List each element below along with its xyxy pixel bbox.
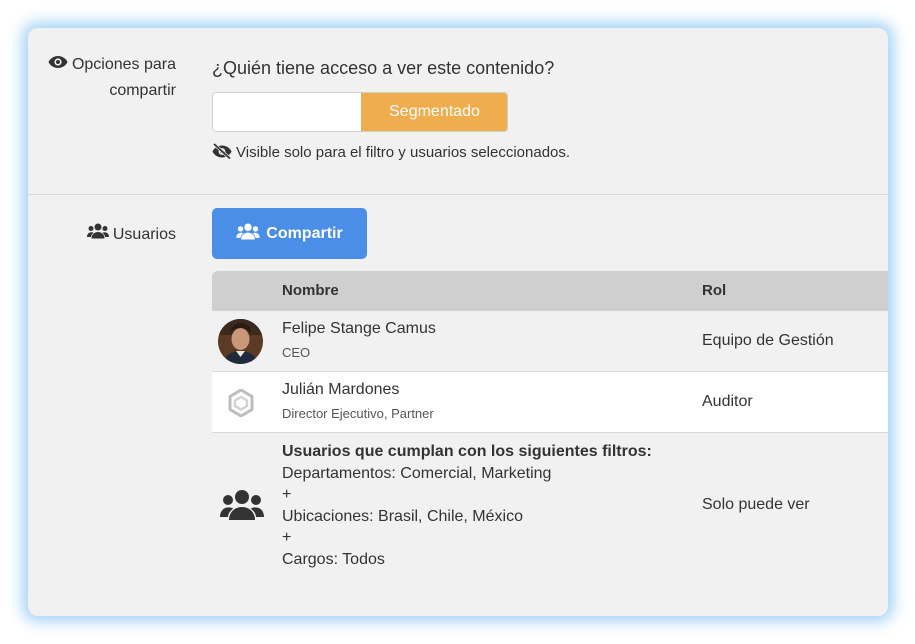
sharing-card: Opciones para compartir ¿Quién tiene acc… [28,28,888,616]
sharing-options-label: Opciones para compartir [28,52,176,104]
filter-line: + [282,486,292,503]
table-row[interactable]: Usuarios que cumplan con los siguientes … [212,433,888,579]
visibility-note-text: Visible solo para el filtro y usuarios s… [236,143,571,161]
user-name: Felipe Stange Camus [282,320,436,337]
share-button[interactable]: Compartir [212,208,367,259]
segment-input[interactable] [213,93,361,131]
user-name: Julián Mardones [282,381,400,398]
user-role: Auditor [702,393,753,410]
segment-button[interactable]: Segmentado [361,93,507,131]
visibility-note: Visible solo para el filtro y usuarios s… [212,142,571,163]
users-label: Usuarios [28,222,176,248]
users-label-text: Usuarios [112,226,176,244]
eye-slash-icon [212,142,232,163]
sharing-label-line2: compartir [109,82,176,100]
access-question: ¿Quién tiene acceso a ver este contenido… [212,58,555,78]
user-subtitle: CEO [282,345,311,360]
users-table: Nombre Rol Felipe Stange Camus CEO Equip… [212,271,888,579]
table-header: Nombre Rol [212,271,888,311]
filter-description: Usuarios que cumplan con los siguientes … [282,441,652,570]
user-role: Solo puede ver [702,496,810,513]
share-button-label: Compartir [266,224,343,242]
table-row[interactable]: Felipe Stange Camus CEO Equipo de Gestió… [212,311,888,372]
avatar [218,319,263,364]
users-icon [86,222,109,248]
hexagon-logo-icon [228,388,254,418]
filter-line: Ubicaciones: Brasil, Chile, México [282,507,523,525]
column-header-role: Rol [702,282,727,299]
filter-line: Departamentos: Comercial, Marketing [282,464,552,482]
user-role: Equipo de Gestión [702,332,834,349]
segment-control: Segmentado [212,92,508,132]
users-icon [236,223,260,245]
filter-title: Usuarios que cumplan con los siguientes … [282,443,652,460]
sharing-label-line1: Opciones para [71,56,176,74]
table-row[interactable]: Julián Mardones Director Ejecutivo, Part… [212,372,888,433]
column-header-name: Nombre [282,282,339,299]
filter-line: Cargos: Todos [282,550,385,568]
filter-line: + [282,529,292,546]
group-icon [220,489,264,526]
user-subtitle: Director Ejecutivo, Partner [282,406,434,421]
eye-icon [48,52,68,78]
section-divider [28,194,888,195]
